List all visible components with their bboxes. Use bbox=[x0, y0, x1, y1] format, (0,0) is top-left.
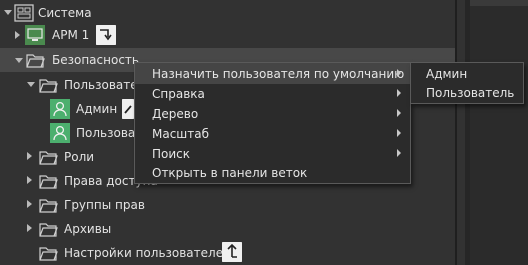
submenu-item-label: Пользователь bbox=[426, 85, 515, 100]
menu-item-label: Открыть в панели веток bbox=[152, 165, 308, 180]
link-badge-icon[interactable] bbox=[96, 25, 116, 45]
workstation-icon bbox=[25, 25, 45, 45]
collapse-arrow-icon[interactable] bbox=[27, 82, 35, 87]
tree-item-roles[interactable]: Роли bbox=[64, 149, 94, 165]
pane-splitter[interactable] bbox=[455, 0, 457, 265]
edit-badge-icon[interactable] bbox=[122, 99, 134, 119]
folder-icon bbox=[39, 79, 58, 93]
right-pane bbox=[470, 0, 528, 265]
submenu-item-user[interactable]: Пользователь bbox=[411, 82, 523, 103]
folder-icon bbox=[39, 199, 58, 213]
menu-item-label: Дерево bbox=[152, 106, 199, 121]
tree-item-archives[interactable]: Архивы bbox=[64, 221, 111, 237]
tree-item-admin[interactable]: Админ bbox=[76, 101, 117, 117]
menu-item-label: Масштаб bbox=[152, 126, 210, 141]
submenu-arrow-icon bbox=[397, 69, 401, 77]
expand-arrow-icon[interactable] bbox=[27, 224, 32, 232]
collapse-arrow-icon[interactable] bbox=[4, 10, 12, 15]
folder-icon bbox=[26, 54, 45, 68]
submenu-arrow-icon bbox=[397, 129, 401, 137]
folder-icon bbox=[39, 175, 58, 189]
submenu-item-admin[interactable]: Админ bbox=[411, 63, 523, 84]
expand-arrow-icon[interactable] bbox=[15, 31, 20, 39]
folder-icon bbox=[39, 247, 58, 261]
submenu-arrow-icon bbox=[397, 149, 401, 157]
tree-item-arm1[interactable]: АРМ 1 bbox=[52, 27, 89, 43]
submenu-arrow-icon bbox=[397, 89, 401, 97]
menu-item-label: Поиск bbox=[152, 146, 191, 161]
right-pane-header bbox=[470, 0, 528, 6]
expand-arrow-icon[interactable] bbox=[27, 200, 32, 208]
tree-item-system[interactable]: Система bbox=[38, 5, 92, 21]
menu-item-open-in-branch-panel[interactable]: Открыть в панели веток bbox=[135, 162, 410, 183]
tree-item-rights-groups[interactable]: Группы прав bbox=[64, 197, 145, 213]
menu-item-assign-default-user[interactable]: Назначить пользователя по умолчанию bbox=[135, 63, 410, 84]
user-icon bbox=[50, 99, 70, 119]
collapse-arrow-icon[interactable] bbox=[15, 58, 23, 63]
expand-arrow-icon[interactable] bbox=[27, 152, 32, 160]
menu-item-help[interactable]: Справка bbox=[135, 83, 410, 104]
folder-icon bbox=[39, 151, 58, 165]
submenu-item-label: Админ bbox=[426, 66, 468, 81]
user-icon bbox=[50, 123, 70, 143]
menu-item-label: Назначить пользователя по умолчанию bbox=[152, 66, 405, 81]
tree-item-security[interactable]: Безопасность bbox=[52, 52, 139, 68]
menu-item-label: Справка bbox=[152, 86, 205, 101]
context-menu: Назначить пользователя по умолчанию Спра… bbox=[134, 62, 411, 184]
system-icon bbox=[14, 4, 34, 22]
expand-arrow-icon[interactable] bbox=[27, 176, 32, 184]
link-badge-icon[interactable] bbox=[222, 242, 242, 262]
submenu-arrow-icon bbox=[397, 109, 401, 117]
menu-item-tree[interactable]: Дерево bbox=[135, 103, 410, 124]
submenu: Админ Пользователь bbox=[410, 62, 524, 104]
menu-item-scale[interactable]: Масштаб bbox=[135, 123, 410, 144]
menu-item-search[interactable]: Поиск bbox=[135, 143, 410, 164]
folder-icon bbox=[39, 223, 58, 237]
tree-item-user-settings[interactable]: Настройки пользователей bbox=[64, 245, 231, 261]
